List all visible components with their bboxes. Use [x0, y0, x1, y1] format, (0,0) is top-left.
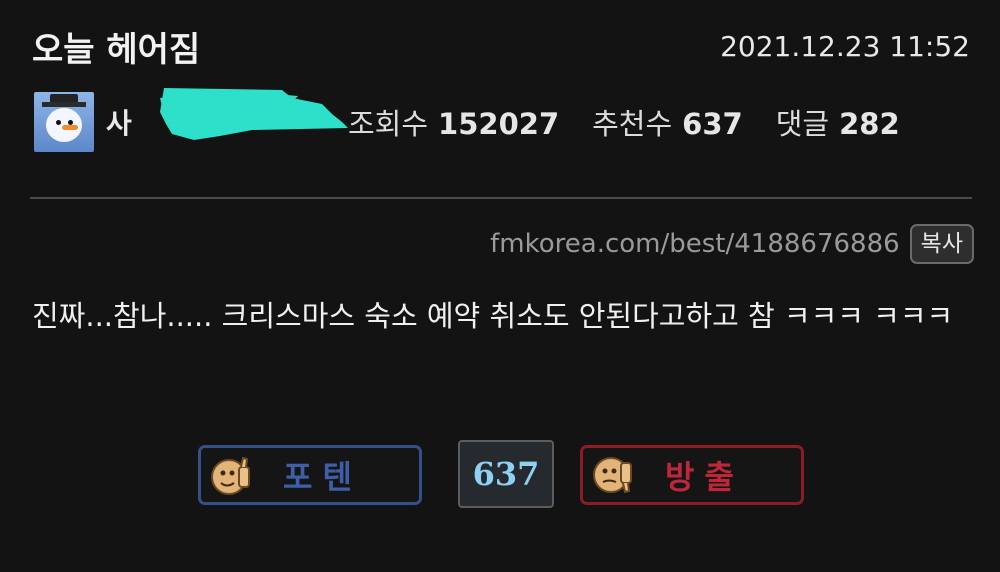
views-count: 152027 — [438, 107, 560, 141]
divider — [30, 197, 972, 199]
vote-up-label: 포텐 — [283, 458, 362, 496]
recommend-label: 추천수 — [592, 107, 673, 141]
nose — [62, 125, 78, 130]
comments-label: 댓글 — [775, 107, 830, 141]
author-area: 사 — [102, 88, 348, 152]
post-meta: 사 조회수 152027 추천수 637 댓글 282 — [34, 88, 900, 152]
views-stat: 조회수 152027 — [348, 101, 559, 143]
post-url[interactable]: fmkorea.com/best/4188676886 — [490, 229, 900, 259]
comments-count: 282 — [839, 107, 900, 141]
thumbs-up-icon — [211, 456, 250, 495]
vote-up-button[interactable]: 포텐 — [198, 445, 422, 505]
copy-button[interactable]: 복사 — [909, 224, 974, 264]
hat-brim — [42, 102, 86, 107]
vote-down-label: 방출 — [665, 458, 744, 496]
redaction-scribble — [160, 88, 348, 140]
eye — [56, 120, 61, 125]
vote-down-button[interactable]: 방출 — [580, 445, 804, 505]
comments-stat[interactable]: 댓글 282 — [776, 101, 900, 143]
post-datetime: 2021.12.23 11:52 — [720, 30, 970, 63]
views-label: 조회수 — [348, 107, 429, 141]
vote-row: 포텐 637 방출 — [198, 440, 808, 508]
post-content: 진짜...참나..... 크리스마스 숙소 예약 취소도 안된다고하고 참 ㅋㅋ… — [32, 299, 954, 333]
recommend-count: 637 — [682, 107, 743, 141]
url-row: fmkorea.com/best/4188676886 복사 — [490, 224, 974, 264]
recommend-stat: 추천수 637 — [592, 101, 743, 143]
thumbs-down-icon — [593, 457, 632, 494]
avatar[interactable] — [34, 92, 94, 152]
vote-count: 637 — [458, 440, 554, 508]
post-title: 오늘 헤어짐 — [32, 30, 201, 70]
